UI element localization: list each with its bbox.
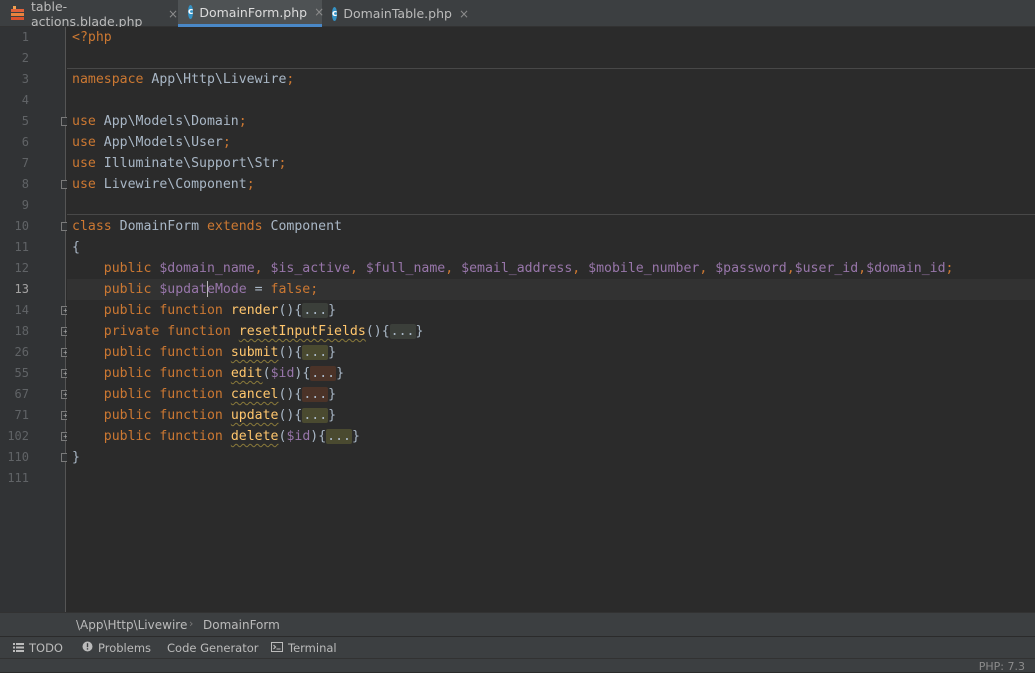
line-number: 9 bbox=[21, 198, 29, 212]
problems-icon bbox=[82, 641, 93, 655]
line-number: 71 bbox=[14, 408, 29, 422]
line-number: 55 bbox=[14, 366, 29, 380]
code-line: class DomainForm extends Component bbox=[72, 219, 342, 234]
line-number-current: 13 bbox=[14, 282, 29, 296]
line-number: 3 bbox=[21, 72, 29, 86]
line-number: 67 bbox=[14, 387, 29, 401]
line-number-gutter: 1 2 3 4 5 6 7 8 9 10 11 12 13 14 18 26 5… bbox=[0, 27, 70, 612]
line-number: 110 bbox=[7, 450, 29, 464]
close-icon[interactable]: × bbox=[459, 7, 469, 21]
close-icon[interactable]: × bbox=[168, 7, 178, 21]
code-line: { bbox=[72, 240, 80, 255]
code-line: public function render(){...} bbox=[103, 303, 337, 318]
tab-table-actions-blade[interactable]: table-actions.blade.php × bbox=[0, 0, 178, 29]
php-version-status[interactable]: PHP: 7.3 bbox=[979, 660, 1025, 673]
code-line: namespace App\Http\Livewire; bbox=[72, 72, 295, 87]
folded-region[interactable]: ... bbox=[389, 324, 416, 339]
line-number: 12 bbox=[14, 261, 29, 275]
code-generator-button[interactable]: Code Generator bbox=[167, 641, 259, 655]
code-line: <?php bbox=[72, 30, 112, 45]
code-line: public function edit($id){...} bbox=[103, 366, 345, 381]
todo-list-icon bbox=[13, 641, 24, 655]
line-number: 26 bbox=[14, 345, 29, 359]
code-line: public function delete($id){...} bbox=[103, 429, 360, 444]
code-line: public function update(){...} bbox=[103, 408, 337, 423]
folded-region[interactable]: ... bbox=[302, 345, 329, 360]
folded-region[interactable]: ... bbox=[310, 366, 337, 381]
code-line: public $domain_name, $is_active, $full_n… bbox=[103, 261, 954, 276]
tab-domainform[interactable]: c DomainForm.php × bbox=[178, 0, 324, 27]
line-number: 2 bbox=[21, 51, 29, 65]
breadcrumb-class[interactable]: DomainForm bbox=[203, 618, 280, 632]
todo-button[interactable]: TODO bbox=[13, 641, 63, 655]
folded-region[interactable]: ... bbox=[326, 429, 352, 444]
line-number: 1 bbox=[21, 30, 29, 44]
line-number: 5 bbox=[21, 114, 29, 128]
tab-label: DomainForm.php bbox=[199, 4, 308, 20]
code-line: public function cancel(){...} bbox=[103, 387, 337, 402]
php-class-icon: c bbox=[332, 6, 338, 21]
folded-region[interactable]: ... bbox=[302, 408, 329, 423]
breadcrumb: \App\Http\Livewire › DomainForm bbox=[0, 612, 1035, 636]
folded-region[interactable]: ... bbox=[302, 303, 329, 318]
code-line: use Livewire\Component; bbox=[72, 177, 255, 192]
method-separator bbox=[67, 214, 1035, 215]
php-class-icon: c bbox=[188, 5, 194, 19]
blade-icon bbox=[10, 6, 25, 21]
code-line: } bbox=[72, 450, 80, 465]
line-number: 7 bbox=[21, 156, 29, 170]
tab-label: table-actions.blade.php bbox=[31, 0, 143, 29]
line-number: 11 bbox=[14, 240, 29, 254]
line-number: 8 bbox=[21, 177, 29, 191]
line-number: 14 bbox=[14, 303, 29, 317]
editor-tab-bar: table-actions.blade.php × c DomainForm.p… bbox=[0, 0, 1035, 29]
tab-label: DomainTable.php bbox=[343, 6, 452, 21]
line-number: 4 bbox=[21, 93, 29, 107]
tool-window-bar: TODO Problems Code Generator Terminal bbox=[0, 636, 1035, 658]
code-line: use Illuminate\Support\Str; bbox=[72, 156, 287, 171]
terminal-button[interactable]: Terminal bbox=[271, 641, 337, 655]
code-line: public function submit(){...} bbox=[103, 345, 337, 360]
problems-button[interactable]: Problems bbox=[82, 641, 151, 655]
line-number: 111 bbox=[7, 471, 29, 485]
code-line-current: public $updateMode = false; bbox=[103, 281, 319, 297]
terminal-icon bbox=[271, 641, 283, 655]
breadcrumb-namespace[interactable]: \App\Http\Livewire bbox=[76, 618, 187, 632]
status-bar: PHP: 7.3 bbox=[0, 658, 1035, 673]
code-line: use App\Models\Domain; bbox=[72, 114, 247, 129]
line-number: 102 bbox=[7, 429, 29, 443]
line-number: 18 bbox=[14, 324, 29, 338]
line-number: 10 bbox=[14, 219, 29, 233]
tab-domaintable[interactable]: c DomainTable.php × bbox=[322, 0, 469, 27]
folded-region[interactable]: ... bbox=[302, 387, 329, 402]
chevron-right-icon: › bbox=[189, 617, 194, 630]
code-line: private function resetInputFields(){...} bbox=[103, 324, 424, 339]
code-line: use App\Models\User; bbox=[72, 135, 231, 150]
line-number: 6 bbox=[21, 135, 29, 149]
code-area[interactable]: <?php namespace App\Http\Livewire; use A… bbox=[67, 27, 1035, 612]
code-editor[interactable]: 1 2 3 4 5 6 7 8 9 10 11 12 13 14 18 26 5… bbox=[0, 27, 1035, 612]
